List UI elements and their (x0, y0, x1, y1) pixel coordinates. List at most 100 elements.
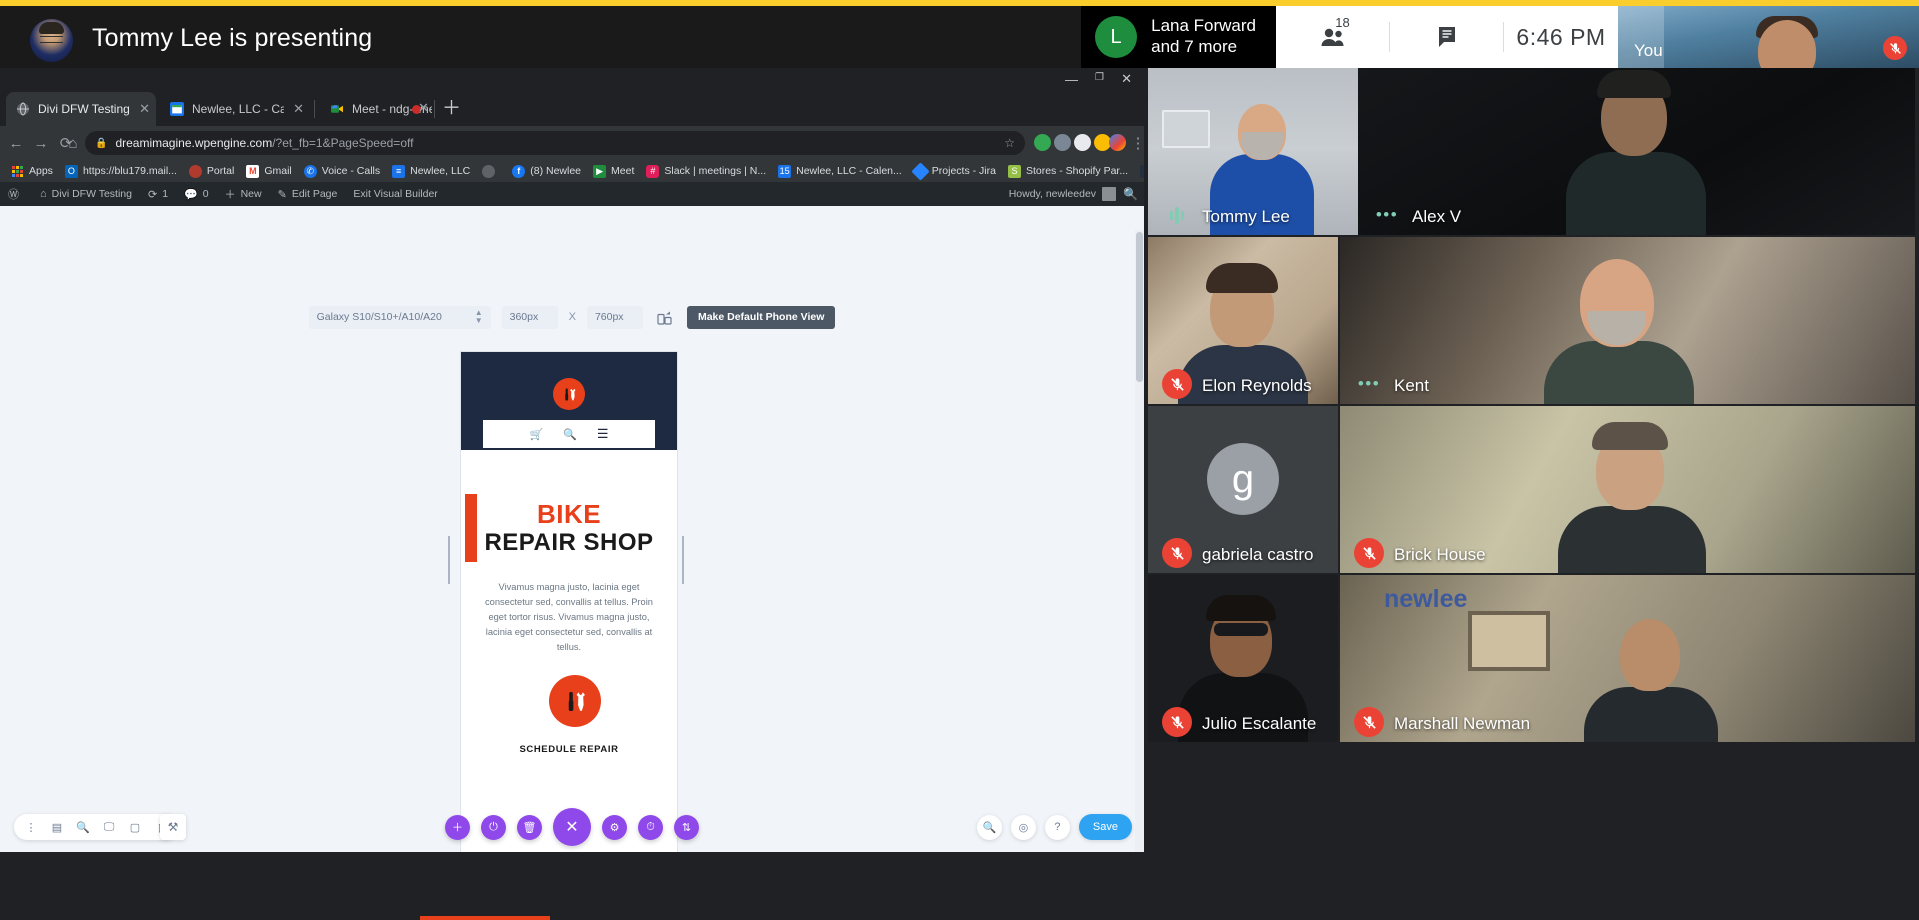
meet-hud-bar: 18 6:46 PM (1276, 6, 1618, 68)
tools-circle-icon (553, 378, 585, 410)
make-default-label: Make Default Phone View (697, 311, 825, 323)
bookmark-gmail[interactable]: M Gmail (240, 160, 297, 182)
portability-button[interactable]: ⇅ (674, 814, 699, 840)
wp-updates-count: 1 (162, 188, 169, 200)
extension-icon-1[interactable] (1034, 134, 1051, 151)
participant-tile-kent[interactable]: ••• Kent (1340, 237, 1915, 404)
extension-icon-2[interactable] (1054, 134, 1071, 151)
wp-exit-label: Exit Visual Builder (353, 188, 438, 200)
bookmark-apps[interactable]: Apps (5, 160, 59, 182)
search-icon[interactable]: 🔍 (1123, 187, 1138, 201)
wp-edit-page-button[interactable]: ✎ Edit Page (270, 182, 346, 206)
mic-off-icon (1354, 707, 1384, 737)
wordpress-icon: Ⓦ (8, 189, 19, 201)
trash-button[interactable]: 🗑 (517, 814, 542, 840)
search-icon[interactable]: 🔍 (563, 428, 577, 441)
shopify-icon: S (1007, 164, 1021, 178)
bookmark-amazon[interactable]: aAmazon (1134, 160, 1144, 182)
participant-tile-tommy-lee[interactable]: Tommy Lee (1148, 68, 1358, 235)
viewport-height-input[interactable]: 760px (586, 305, 643, 329)
wp-account-area[interactable]: Howdy, newleedev 🔍 (1009, 182, 1144, 206)
wp-updates-button[interactable]: ⟳ 1 (140, 182, 176, 206)
responsive-settings-button[interactable]: ⚒ (160, 814, 186, 840)
hamburger-icon[interactable]: ☰ (597, 426, 609, 442)
wp-site-name-button[interactable]: ⌂ Divi DFW Testing (32, 182, 140, 206)
people-button[interactable]: 18 (1276, 6, 1390, 68)
new-tab-button[interactable]: ＋ (442, 99, 461, 119)
bookmark-slack[interactable]: # Slack | meetings | N... (640, 160, 772, 182)
add-module-button[interactable]: ＋ (445, 814, 470, 840)
power-toggle-button[interactable]: ⏻ (481, 814, 506, 840)
home-button[interactable]: ⌂ (63, 133, 83, 153)
history-button[interactable]: ⏱ (638, 814, 663, 840)
chat-button[interactable] (1390, 6, 1504, 68)
device-preset-select[interactable]: Galaxy S10/S10+/A10/A20 ▲ ▼ (308, 305, 491, 329)
mic-off-icon (1162, 707, 1192, 737)
extension-icon-3[interactable] (1074, 134, 1091, 151)
bookmark-newlee-doc[interactable]: ≡ Newlee, LLC (386, 160, 476, 182)
rotate-device-button[interactable] (654, 306, 676, 328)
viewport-width-input[interactable]: 360px (501, 305, 558, 329)
self-mic-off-badge (1883, 36, 1907, 60)
bookmark-facebook[interactable]: f (8) Newlee (506, 160, 587, 182)
bookmark-jira[interactable]: Projects - Jira (908, 160, 1002, 182)
wp-comments-button[interactable]: 💬 0 (176, 182, 217, 206)
bookmark-voice[interactable]: ✆ Voice - Calls (298, 160, 386, 182)
participant-tile-julio-escalante[interactable]: Julio Escalante (1148, 575, 1338, 742)
close-icon[interactable]: ✕ (293, 101, 304, 117)
make-default-phone-view-button[interactable]: Make Default Phone View (686, 305, 836, 329)
profile-avatar-icon[interactable] (1109, 134, 1126, 151)
window-close-icon[interactable]: ✕ (1121, 71, 1132, 87)
bookmark-globe[interactable] (476, 160, 506, 182)
self-video-tile[interactable]: You (1618, 6, 1919, 68)
participant-tile-alex-v[interactable]: ••• Alex V (1358, 68, 1915, 235)
participant-tile-elon-reynolds[interactable]: Elon Reynolds (1148, 237, 1338, 404)
bookmark-shopify[interactable]: S Stores - Shopify Par... (1002, 160, 1134, 182)
forward-button[interactable]: → (31, 133, 51, 153)
tablet-icon[interactable]: ▢ (122, 814, 148, 840)
bookmark-portal[interactable]: Portal (183, 160, 240, 182)
search-icon[interactable]: 🔍 (976, 814, 1002, 840)
rotate-device-icon (657, 311, 673, 325)
preview-heading-line1: BIKE (536, 499, 602, 529)
page-scrollbar-thumb[interactable] (1136, 232, 1143, 382)
maximize-icon[interactable]: ❐ (1095, 72, 1104, 83)
browser-tab-0[interactable]: Divi DFW Testing | Divi rules ✕ (6, 92, 156, 126)
close-icon[interactable]: ✕ (139, 101, 150, 117)
save-label: Save (1092, 821, 1118, 833)
newlee-logo: newlee (1384, 585, 1468, 613)
help-icon[interactable]: ? (1044, 814, 1070, 840)
bookmark-outlook[interactable]: Ohttps://blu179.mail... (59, 160, 183, 182)
cart-icon[interactable]: 🛒 (529, 428, 543, 441)
plus-icon: ＋ (224, 189, 236, 201)
close-icon[interactable]: ✕ (418, 100, 429, 116)
preview-cta-label: SCHEDULE REPAIR (519, 744, 619, 755)
back-button[interactable]: ← (6, 133, 26, 153)
bookmark-meet[interactable]: ▶ Meet (587, 160, 640, 182)
save-button[interactable]: Save (1078, 814, 1132, 840)
resize-handle-right[interactable] (682, 536, 687, 584)
star-icon[interactable]: ☆ (1004, 136, 1015, 150)
bookmark-label: Meet (611, 165, 635, 177)
zoom-out-icon[interactable]: 🔍 (70, 814, 96, 840)
active-speaker-chip[interactable]: L Lana Forward and 7 more (1081, 6, 1276, 68)
close-builder-button[interactable]: ✕ (553, 808, 591, 846)
settings-circle-icon[interactable]: ◎ (1010, 814, 1036, 840)
participant-tile-gabriela-castro[interactable]: g gabriela castro (1148, 406, 1338, 573)
resize-handle-left[interactable] (448, 536, 453, 584)
wp-logo-button[interactable]: Ⓦ (0, 182, 32, 206)
wireframe-icon[interactable]: ▤ (44, 814, 70, 840)
minimize-icon[interactable]: — (1065, 72, 1078, 87)
browser-tab-1[interactable]: Newlee, LLC - Calendar - Decemb ✕ (160, 92, 310, 126)
participant-tile-marshall-newman[interactable]: newlee Marshall Newman (1340, 575, 1915, 742)
bookmark-calendar[interactable]: 15 Newlee, LLC - Calen... (772, 160, 908, 182)
wp-exit-visual-builder-button[interactable]: Exit Visual Builder (345, 182, 445, 206)
browser-window: Divi DFW Testing | Divi rules ✕ Newlee, … (0, 68, 1146, 852)
wp-new-button[interactable]: ＋ New (217, 182, 270, 206)
gear-settings-button[interactable]: ⚙ (602, 814, 627, 840)
participant-tile-brick-house[interactable]: Brick House (1340, 406, 1915, 573)
responsive-settings-icon: ⚒ (167, 820, 179, 834)
address-bar[interactable]: 🔒 dreamimagine.wpengine.com/?et_fb=1&Pag… (85, 131, 1025, 155)
vertical-dots-icon[interactable]: ⋮ (18, 814, 44, 840)
desktop-icon[interactable]: 🖵 (96, 814, 122, 840)
